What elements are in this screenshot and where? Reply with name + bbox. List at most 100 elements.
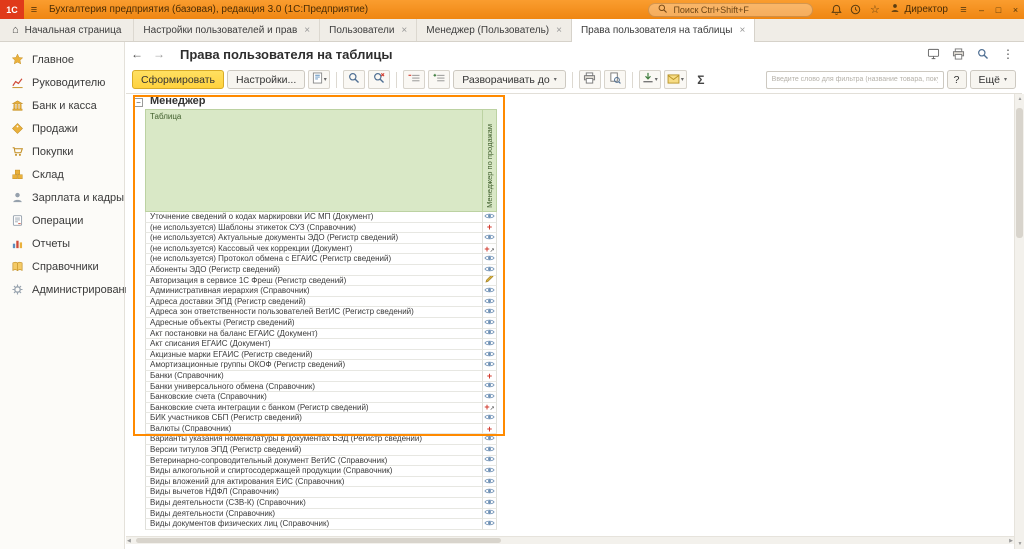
rights-cell: [483, 212, 497, 223]
filter-input[interactable]: [766, 71, 944, 89]
tab-close-icon[interactable]: ×: [556, 25, 562, 36]
sidebar-item[interactable]: Руководителю: [0, 71, 124, 94]
forward-button[interactable]: →: [148, 47, 170, 61]
table-name: (не используется) Шаблоны этикеток СУЗ (…: [145, 223, 483, 234]
table-row[interactable]: БИК участников СБП (Регистр сведений): [145, 413, 497, 424]
scroll-up-icon[interactable]: ▲: [1015, 96, 1024, 102]
table-row[interactable]: Авторизация в сервисе 1С Фреш (Регистр с…: [145, 276, 497, 287]
table-row[interactable]: Адресные объекты (Регистр сведений): [145, 318, 497, 329]
find-icon[interactable]: [973, 45, 993, 63]
sidebar-item[interactable]: Главное: [0, 48, 124, 71]
sidebar-item[interactable]: Операции: [0, 209, 124, 232]
generate-button[interactable]: Сформировать: [132, 70, 224, 89]
user-menu[interactable]: Директор: [890, 3, 948, 16]
column-header-rotated[interactable]: Менеджер по продажам: [483, 109, 497, 212]
table-name: Абоненты ЭДО (Регистр сведений): [145, 265, 483, 276]
minimize-icon[interactable]: –: [973, 0, 990, 19]
table-row[interactable]: Банки (Справочник)+: [145, 371, 497, 382]
print-button[interactable]: [579, 70, 601, 89]
print-icon[interactable]: [948, 45, 968, 63]
service-menu-icon[interactable]: ≡: [954, 0, 973, 19]
table-row[interactable]: Акцизные марки ЕГАИС (Регистр сведений): [145, 350, 497, 361]
main-menu-icon[interactable]: ≡: [24, 4, 44, 16]
vertical-scroll-thumb[interactable]: [1016, 108, 1023, 238]
favorites-icon[interactable]: ☆: [865, 0, 884, 19]
table-row[interactable]: Адреса зон ответственности пользователей…: [145, 307, 497, 318]
scroll-left-icon[interactable]: ◀: [127, 537, 131, 545]
table-row[interactable]: Банки универсального обмена (Справочник): [145, 382, 497, 393]
maximize-icon[interactable]: □: [990, 0, 1007, 19]
table-row[interactable]: Уточнение сведений о кодах маркировки ИС…: [145, 212, 497, 223]
help-button[interactable]: ?: [947, 70, 967, 89]
report-variants-button[interactable]: ▾: [308, 70, 330, 89]
tab-close-icon[interactable]: ×: [304, 25, 310, 36]
collapse-group-icon[interactable]: −: [134, 98, 143, 107]
expand-groups-button[interactable]: [428, 70, 450, 89]
table-row[interactable]: (не используется) Шаблоны этикеток СУЗ (…: [145, 223, 497, 234]
table-row[interactable]: Административная иерархия (Справочник): [145, 286, 497, 297]
save-button[interactable]: ▾: [639, 70, 661, 89]
table-name: Варианты указания номенклатуры в докумен…: [145, 434, 483, 445]
table-name: Административная иерархия (Справочник): [145, 286, 483, 297]
table-row[interactable]: Банковские счета интеграции с банком (Ре…: [145, 403, 497, 414]
horizontal-scrollbar[interactable]: ◀ ▶: [126, 536, 1014, 544]
more-menu-icon[interactable]: ⋮: [998, 45, 1018, 63]
table-row[interactable]: Ветеринарно-сопроводительный документ Ве…: [145, 456, 497, 467]
table-row[interactable]: (не используется) Кассовый чек коррекции…: [145, 244, 497, 255]
table-row[interactable]: Варианты указания номенклатуры в докумен…: [145, 434, 497, 445]
table-row[interactable]: Виды деятельности (Справочник): [145, 509, 497, 520]
global-search[interactable]: Поиск Ctrl+Shift+F: [648, 3, 813, 17]
sidebar-item[interactable]: Справочники: [0, 255, 124, 278]
table-row[interactable]: Виды алкогольной и спиртосодержащей прод…: [145, 466, 497, 477]
column-header-table[interactable]: Таблица: [145, 109, 483, 212]
print-preview-button[interactable]: [604, 70, 626, 89]
sidebar-item[interactable]: Администрирование: [0, 278, 124, 301]
collapse-groups-button[interactable]: [403, 70, 425, 89]
tab[interactable]: Менеджер (Пользователь)×: [416, 19, 571, 41]
table-row[interactable]: Акт списания ЕГАИС (Документ): [145, 339, 497, 350]
search-clear-button[interactable]: [368, 70, 390, 89]
send-email-button[interactable]: ▾: [664, 70, 687, 89]
table-row[interactable]: Виды вычетов НДФЛ (Справочник): [145, 487, 497, 498]
tab[interactable]: Права пользователя на таблицы×: [571, 19, 755, 42]
table-row[interactable]: Акт постановки на баланс ЕГАИС (Документ…: [145, 329, 497, 340]
table-row[interactable]: Виды вложений для актирования ЕИС (Справ…: [145, 477, 497, 488]
sidebar-item[interactable]: Отчеты: [0, 232, 124, 255]
table-row[interactable]: Банковские счета (Справочник): [145, 392, 497, 403]
sum-button[interactable]: Σ: [690, 70, 712, 89]
page-title: Права пользователя на таблицы: [180, 47, 918, 62]
tab[interactable]: Пользователи×: [319, 19, 416, 41]
search-button[interactable]: [343, 70, 365, 89]
close-icon[interactable]: ×: [1007, 0, 1024, 19]
view-right-icon: [484, 413, 495, 424]
table-row[interactable]: Абоненты ЭДО (Регистр сведений): [145, 265, 497, 276]
vertical-scrollbar[interactable]: ▲ ▼: [1014, 94, 1024, 549]
sidebar-item[interactable]: Банк и касса: [0, 94, 124, 117]
table-row[interactable]: Адреса доставки ЭПД (Регистр сведений): [145, 297, 497, 308]
notifications-icon[interactable]: [827, 0, 846, 19]
table-row[interactable]: Версии титулов ЭПД (Регистр сведений): [145, 445, 497, 456]
table-row[interactable]: Виды деятельности (СЗВ-К) (Справочник): [145, 498, 497, 509]
back-button[interactable]: ←: [126, 47, 148, 61]
table-row[interactable]: (не используется) Протокол обмена с ЕГАИ…: [145, 254, 497, 265]
table-row[interactable]: Амортизационные группы ОКОФ (Регистр све…: [145, 360, 497, 371]
sidebar-item[interactable]: Зарплата и кадры: [0, 186, 124, 209]
expand-to-button[interactable]: Разворачивать до▾: [453, 70, 566, 89]
sidebar-item[interactable]: Склад: [0, 163, 124, 186]
history-icon[interactable]: [846, 0, 865, 19]
table-row[interactable]: Виды документов физических лиц (Справочн…: [145, 519, 497, 530]
settings-button[interactable]: Настройки...: [227, 70, 305, 89]
horizontal-scroll-thumb[interactable]: [136, 538, 501, 543]
tab[interactable]: Настройки пользователей и прав×: [133, 19, 319, 41]
more-button[interactable]: Ещё▾: [970, 70, 1017, 89]
sidebar-item[interactable]: Продажи: [0, 117, 124, 140]
table-row[interactable]: (не используется) Актуальные документы Э…: [145, 233, 497, 244]
sidebar-item[interactable]: Покупки: [0, 140, 124, 163]
scroll-right-icon[interactable]: ▶: [1009, 537, 1013, 545]
home-tab[interactable]: ⌂ Начальная страница: [0, 19, 133, 41]
scroll-down-icon[interactable]: ▼: [1015, 541, 1024, 547]
table-row[interactable]: Валюты (Справочник)+: [145, 424, 497, 435]
tab-close-icon[interactable]: ×: [739, 25, 745, 36]
tab-close-icon[interactable]: ×: [401, 25, 407, 36]
display-settings-icon[interactable]: [923, 45, 943, 63]
